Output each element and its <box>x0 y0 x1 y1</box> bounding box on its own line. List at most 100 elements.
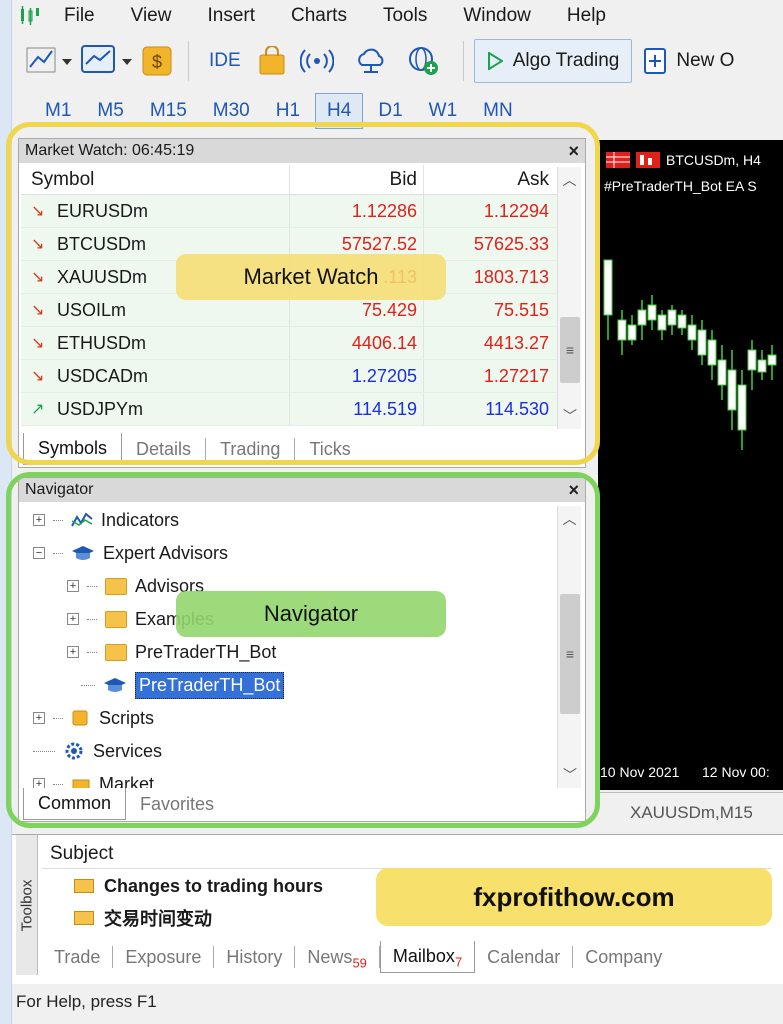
expand-icon[interactable]: + <box>33 712 45 724</box>
tab-trade[interactable]: Trade <box>42 946 114 968</box>
tab-mailbox[interactable]: Mailbox7 <box>379 941 476 973</box>
price-chart[interactable] <box>598 140 783 790</box>
candle-body <box>727 369 737 411</box>
symbol-name: USDJPYm <box>57 398 144 419</box>
tf-mn[interactable]: MN <box>472 94 524 128</box>
menu-insert[interactable]: Insert <box>191 5 275 27</box>
tree-item-market[interactable]: + Market <box>33 768 154 788</box>
expand-icon[interactable]: + <box>67 646 79 658</box>
indicator-icon <box>71 512 93 527</box>
signals-button[interactable] <box>293 39 341 83</box>
algo-trading-button[interactable]: Algo Trading <box>473 39 633 83</box>
column-ask[interactable]: Ask <box>423 165 557 194</box>
close-icon[interactable]: × <box>568 480 579 501</box>
candle-body <box>697 329 707 356</box>
navigator-title: Navigator <box>25 481 94 498</box>
navigator-titlebar[interactable]: Navigator × <box>19 478 585 502</box>
scroll-down-icon[interactable]: ﹀ <box>558 762 582 788</box>
deposit-button[interactable]: $ <box>142 39 172 83</box>
menu-charts[interactable]: Charts <box>275 5 367 27</box>
tf-m5[interactable]: M5 <box>86 94 134 128</box>
collapse-icon[interactable]: − <box>33 547 45 559</box>
chart-ea-label: #PreTraderTH_Bot EA S <box>604 178 757 194</box>
tab-ticks[interactable]: Ticks <box>295 438 364 460</box>
tab-symbols[interactable]: Symbols <box>23 433 123 465</box>
arrow-up-icon: ↗ <box>31 401 45 418</box>
table-row[interactable]: ↗ USDJPYm 114.519 114.530 <box>21 393 557 426</box>
tab-exposure[interactable]: Exposure <box>113 946 215 968</box>
candle-body <box>637 309 647 326</box>
table-row[interactable]: ↘ EURUSDm 1.12286 1.12294 <box>21 195 557 228</box>
scroll-thumb[interactable]: ≡ <box>560 594 580 714</box>
expand-icon[interactable]: + <box>67 580 79 592</box>
tf-h1[interactable]: H1 <box>265 94 311 128</box>
toolbox-side-label[interactable]: Toolbox <box>16 835 38 975</box>
date-label: 10 Nov 2021 <box>600 764 680 780</box>
tf-d1[interactable]: D1 <box>367 94 413 128</box>
market-button[interactable] <box>257 39 287 83</box>
table-row[interactable]: ↘ USDCADm 1.27205 1.27217 <box>21 360 557 393</box>
toolbar: $ IDE Algo Trading New O <box>12 34 783 88</box>
chart-tab[interactable]: XAUUSDm,M15 <box>598 792 783 832</box>
scroll-down-icon[interactable]: ﹀ <box>558 403 582 429</box>
mt5-window: File View Insert Charts Tools Window Hel… <box>0 0 783 1024</box>
window-edge <box>0 0 12 1024</box>
navigator-scrollbar[interactable]: ︿ ≡ ﹀ <box>557 506 581 788</box>
column-bid[interactable]: Bid <box>289 165 423 194</box>
tree-item-pretrader-ea[interactable]: PreTraderTH_Bot <box>81 669 285 701</box>
mail-item[interactable]: 交易时间变动 <box>74 903 212 933</box>
scroll-up-icon[interactable]: ︿ <box>558 167 581 193</box>
menu-tools[interactable]: Tools <box>367 5 447 27</box>
toolbar-separator <box>188 41 189 81</box>
column-symbol[interactable]: Symbol <box>21 169 289 191</box>
tab-company[interactable]: Company <box>573 946 674 968</box>
new-order-button[interactable]: New O <box>632 48 734 74</box>
ide-button[interactable]: IDE <box>199 39 251 83</box>
tab-trading[interactable]: Trading <box>206 438 296 460</box>
menu-window[interactable]: Window <box>447 5 551 27</box>
menu-help[interactable]: Help <box>551 5 626 27</box>
symbol-cell: ↘ EURUSDm <box>21 201 289 222</box>
tree-item-label: PreTraderTH_Bot <box>135 641 277 662</box>
tab-history[interactable]: History <box>214 946 296 968</box>
vps-button[interactable] <box>347 39 395 83</box>
tf-m15[interactable]: M15 <box>139 94 198 128</box>
shopping-bag-icon <box>259 46 285 75</box>
candlestick-series <box>603 259 777 450</box>
folder-icon <box>105 643 127 661</box>
menu-file[interactable]: File <box>48 5 115 27</box>
chart-type-button[interactable] <box>26 39 74 83</box>
scroll-up-icon[interactable]: ︿ <box>558 506 581 532</box>
tab-calendar[interactable]: Calendar <box>475 946 574 968</box>
tree-item-services[interactable]: Services <box>33 735 162 767</box>
tf-m1[interactable]: M1 <box>34 94 82 128</box>
community-button[interactable] <box>401 39 447 83</box>
tab-details[interactable]: Details <box>122 438 207 460</box>
tf-w1[interactable]: W1 <box>418 94 469 128</box>
candle-body <box>757 359 767 373</box>
tree-item-pretrader-folder[interactable]: + PreTraderTH_Bot <box>67 636 276 668</box>
menu-view[interactable]: View <box>115 5 192 27</box>
expand-icon[interactable]: + <box>33 778 45 788</box>
tab-common[interactable]: Common <box>23 788 127 820</box>
tab-favorites[interactable]: Favorites <box>126 793 228 815</box>
tree-item-scripts[interactable]: + Scripts <box>33 702 154 734</box>
mail-item[interactable]: Changes to trading hours <box>74 871 323 901</box>
tree-item-indicators[interactable]: + Indicators <box>33 504 179 536</box>
expand-icon[interactable]: + <box>67 613 79 625</box>
table-row[interactable]: ↘ ETHUSDm 4406.14 4413.27 <box>21 327 557 360</box>
market-watch-title: Market Watch: 06:45:19 <box>25 142 195 159</box>
tf-m30[interactable]: M30 <box>202 94 261 128</box>
tree-item-expert-advisors[interactable]: − Expert Advisors <box>33 537 228 569</box>
scroll-thumb[interactable]: ≡ <box>560 317 580 383</box>
market-watch-scrollbar[interactable]: ︿ ≡ ﹀ <box>557 167 581 429</box>
market-watch-titlebar[interactable]: Market Watch: 06:45:19 × <box>19 139 585 163</box>
tf-h4[interactable]: H4 <box>315 93 364 129</box>
tab-news[interactable]: News59 <box>295 946 380 971</box>
news-count: 59 <box>352 955 367 971</box>
candle-body <box>707 339 717 366</box>
templates-button[interactable] <box>80 39 136 83</box>
expand-icon[interactable]: + <box>33 514 45 526</box>
close-icon[interactable]: × <box>568 141 579 162</box>
column-subject[interactable]: Subject <box>42 839 772 869</box>
